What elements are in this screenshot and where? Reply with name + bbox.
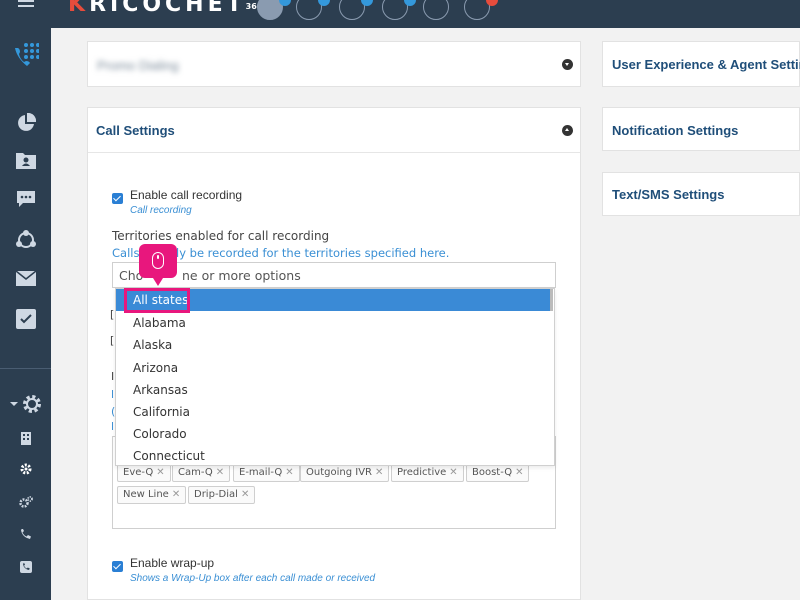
right-panel-title: Notification Settings [612, 123, 739, 138]
contacts-folder-icon[interactable] [0, 151, 51, 169]
settings-gear-icon[interactable] [0, 393, 51, 415]
mouse-icon [152, 252, 164, 269]
territories-select[interactable]: Cho ne or more options [112, 262, 556, 288]
right-panel-title: User Experience & Agent Settings [612, 57, 800, 72]
tag-chip: Predictive ✕ [391, 464, 464, 482]
tag-chip: Drip-Dial ✕ [188, 486, 256, 504]
expand-circle-icon[interactable] [562, 59, 573, 70]
call-recording-hint: Call recording [130, 205, 192, 216]
top-bar: KRICOCHET360 [0, 0, 800, 28]
panel-divider [88, 152, 580, 153]
app-logo: KRICOCHET360 [68, 0, 262, 17]
tag-label: Drip-Dial [194, 489, 238, 500]
enable-wrapup-checkbox[interactable] [112, 561, 123, 572]
tag-chip: Outgoing IVR ✕ [300, 464, 390, 482]
territories-label: Territories enabled for call recording [112, 229, 330, 243]
enable-call-recording-checkbox[interactable] [112, 193, 123, 204]
dropdown-option[interactable]: Connecticut [116, 445, 552, 465]
chat-bubble-icon[interactable] [0, 190, 51, 208]
tag-chip: E-mail-Q ✕ [233, 464, 300, 482]
dialpad-icon[interactable] [0, 40, 51, 70]
panel-title-blurred: Promo Dialing [97, 58, 179, 73]
call-settings-title[interactable]: Call Settings [96, 123, 175, 138]
dropdown-option[interactable]: Colorado [116, 423, 552, 445]
dropdown-scrollbar[interactable] [550, 289, 553, 311]
hidden-checkbox-fragment: [ [110, 308, 115, 321]
tag-remove-icon[interactable]: ✕ [216, 467, 224, 478]
tag-remove-icon[interactable]: ✕ [156, 467, 164, 478]
dropdown-option[interactable]: Alaska [116, 334, 552, 356]
right-panel-notifications[interactable]: Notification Settings [602, 107, 800, 151]
dropdown-option[interactable]: Arkansas [116, 379, 552, 401]
tag-label: New Line [123, 489, 169, 500]
enable-call-recording-label: Enable call recording [130, 188, 243, 202]
tag-remove-icon[interactable]: ✕ [241, 489, 249, 500]
tag-chip: Cam-Q ✕ [172, 464, 231, 482]
tag-label: Cam-Q [178, 467, 213, 478]
checklist-icon[interactable] [0, 309, 51, 329]
tag-label: Predictive [397, 467, 447, 478]
dropdown-option[interactable]: Alabama [116, 312, 552, 334]
right-panel-title: Text/SMS Settings [612, 187, 725, 202]
select-placeholder-end: ne or more options [182, 268, 301, 283]
phone-book-icon[interactable] [0, 561, 51, 573]
logo-text: RICOCHET [89, 0, 246, 17]
dropdown-option[interactable]: California [116, 401, 552, 423]
territories-dropdown: All states Alabama Alaska Arizona Arkans… [115, 288, 555, 466]
tag-remove-icon[interactable]: ✕ [449, 467, 457, 478]
mouse-click-marker [139, 244, 177, 286]
tag-label: E-mail-Q [239, 467, 283, 478]
tag-label: Eve-Q [123, 467, 154, 478]
right-panel-user-experience[interactable]: User Experience & Agent Settings [602, 41, 800, 87]
inbox-icon[interactable] [423, 0, 449, 20]
wrapup-hint: Shows a Wrap-Up box after each call made… [130, 573, 376, 584]
tag-remove-icon[interactable]: ✕ [172, 489, 180, 500]
gears-icon[interactable] [0, 496, 51, 508]
territories-hint-end: ly be recorded for the territories speci… [176, 246, 450, 260]
small-gear-icon[interactable] [0, 463, 51, 475]
click-highlight-box [124, 288, 190, 313]
territories-hint-start: Calls [112, 246, 140, 260]
hidden-text-fragment: l [111, 388, 115, 401]
right-panel-text-sms[interactable]: Text/SMS Settings [602, 172, 800, 216]
tag-chip: New Line ✕ [117, 486, 187, 504]
tag-chip: Eve-Q ✕ [117, 464, 171, 482]
pie-chart-icon[interactable] [0, 113, 51, 133]
tag-remove-icon[interactable]: ✕ [515, 467, 523, 478]
tag-remove-icon[interactable]: ✕ [375, 467, 383, 478]
network-icon[interactable] [0, 229, 51, 251]
hidden-checkbox-fragment: [ [110, 334, 115, 347]
tag-label: Outgoing IVR [306, 467, 372, 478]
hidden-text-fragment: I [111, 370, 115, 383]
phone-icon[interactable] [0, 529, 51, 540]
dropdown-option[interactable]: Arizona [116, 357, 552, 379]
collapse-circle-icon[interactable] [562, 125, 573, 136]
promo-dialing-panel[interactable]: Promo Dialing [87, 41, 581, 87]
hamburger-menu-icon[interactable] [18, 0, 36, 10]
sidebar-divider [0, 368, 51, 369]
enable-wrapup-label: Enable wrap-up [130, 556, 215, 570]
building-icon[interactable] [0, 432, 51, 445]
tag-chip: Boost-Q ✕ [466, 464, 530, 482]
mail-icon[interactable] [0, 271, 51, 286]
tag-label: Boost-Q [472, 467, 513, 478]
hidden-text-fragment: l [111, 420, 115, 433]
tag-remove-icon[interactable]: ✕ [285, 467, 293, 478]
left-sidebar [0, 28, 51, 600]
